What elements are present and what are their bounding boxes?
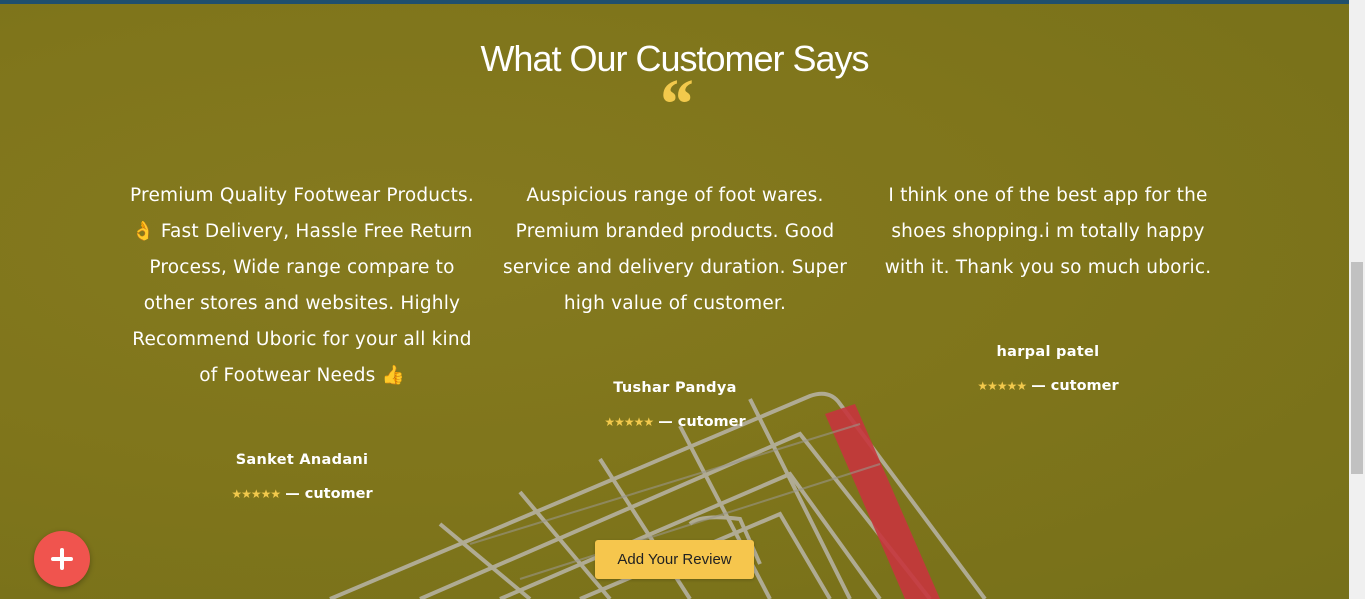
floating-action-button[interactable] (34, 531, 90, 587)
reviewer-role: — cutomer (1031, 378, 1119, 394)
star-rating-icon: ★★★★★ (977, 379, 1027, 393)
review-line: Auspicious range of foot wares. (526, 185, 824, 206)
add-review-button[interactable]: Add Your Review (595, 540, 754, 579)
review-line: with it. Thank you so much uboric. (884, 257, 1212, 278)
testimonial-card: Auspicious range of foot wares. Premium … (500, 178, 850, 430)
reviewer-meta: ★★★★★ — cutomer (878, 378, 1218, 394)
plus-icon (51, 548, 73, 570)
reviewer-role: — cutomer (285, 486, 373, 502)
review-line: other stores and websites. Highly (143, 293, 461, 314)
reviewer-meta: ★★★★★ — cutomer (122, 486, 482, 502)
star-rating-icon: ★★★★★ (604, 415, 654, 429)
reviewer-name: Tushar Pandya (613, 380, 737, 396)
review-line: of Footwear Needs 👍 (199, 365, 405, 386)
review-line: Premium branded products. Good (515, 221, 835, 242)
reviewer-role: — cutomer (658, 414, 746, 430)
testimonial-card: I think one of the best app for the shoe… (878, 178, 1218, 394)
reviewer-meta: ★★★★★ — cutomer (500, 414, 850, 430)
star-rating-icon: ★★★★★ (231, 487, 281, 501)
review-line: high value of customer. (563, 293, 787, 314)
review-line: Recommend Uboric for your all kind (132, 329, 472, 350)
review-line: Process, Wide range compare to (149, 257, 455, 278)
page-scrollbar-thumb[interactable] (1351, 262, 1363, 474)
testimonial-card: Premium Quality Footwear Products. 👌 Fas… (122, 178, 482, 502)
review-line: 👌 Fast Delivery, Hassle Free Return (131, 221, 473, 242)
review-line: Premium Quality Footwear Products. (130, 185, 474, 206)
review-line: service and delivery duration. Super (502, 257, 847, 278)
reviewer-name: harpal patel (996, 344, 1100, 360)
review-line: I think one of the best app for the (888, 185, 1208, 206)
quote-icon: “ (656, 64, 693, 144)
reviewer-name: Sanket Anadani (235, 452, 369, 468)
review-line: shoes shopping.i m totally happy (891, 221, 1205, 242)
